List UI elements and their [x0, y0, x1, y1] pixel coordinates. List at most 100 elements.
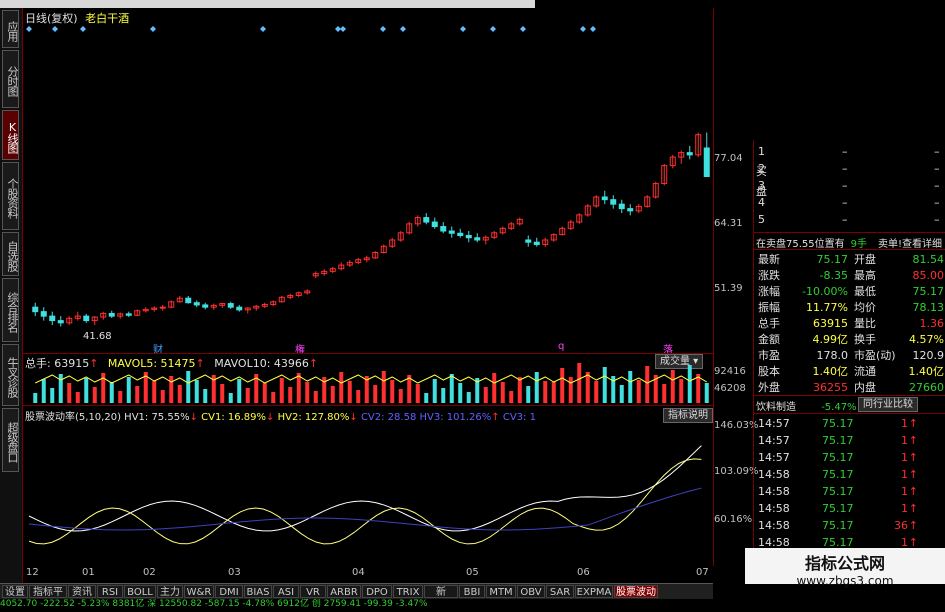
indicator-tab[interactable]: EXPMA	[575, 585, 613, 598]
indicator-tab[interactable]: W&R	[184, 585, 214, 598]
event-mark[interactable]: q	[558, 341, 564, 352]
indicator-tab[interactable]: 新DMA	[424, 585, 458, 611]
stat-value: 4.57%	[909, 333, 944, 346]
order-book-row[interactable]: 3 – –	[758, 178, 944, 193]
indicator-tab[interactable]: DPO	[362, 585, 392, 598]
indicator-tab[interactable]: OBV	[517, 585, 545, 598]
candle-body	[457, 232, 464, 237]
volume-bar	[41, 379, 46, 403]
candle-body	[618, 203, 625, 210]
indicator-tab[interactable]: SAR	[546, 585, 574, 598]
order-book-row[interactable]: 1 – –	[758, 144, 944, 159]
tick-row: 14:58 75.17 1↑	[758, 484, 944, 499]
tab-app[interactable]: 应用	[2, 10, 19, 48]
tab-stock-info[interactable]: 个股资料	[2, 162, 19, 230]
top-menu-bar[interactable]	[0, 0, 535, 8]
indicator-tab[interactable]: BOLL	[124, 585, 156, 598]
volume-bar	[458, 383, 463, 403]
quote-stat-row: 金额 4.99亿 换手 4.57%	[758, 332, 944, 347]
candle-body	[40, 311, 47, 317]
sell-order-detail-link[interactable]: 卖单!查看详细	[878, 235, 942, 250]
tick-row: 14:58 75.17 36 ↑	[758, 518, 944, 533]
sector-compare-button[interactable]: 同行业比较	[858, 397, 918, 412]
indicator-tab[interactable]: BBI	[459, 585, 485, 598]
volume-bar	[449, 374, 454, 403]
stat-key: 市盈(动)	[854, 349, 896, 362]
tab-diagnosis[interactable]: 牛叉诊股	[2, 344, 19, 406]
x-label: 06	[577, 567, 590, 578]
volume-bar	[543, 381, 548, 403]
tab-ranking[interactable]: 综合排名	[2, 278, 19, 342]
candle-body	[227, 303, 234, 308]
sector-row[interactable]: 饮料制造 -5.47%	[756, 398, 857, 413]
volume-bar	[305, 382, 310, 403]
tick-qty: 1	[901, 485, 908, 498]
stat-key: 换手	[854, 333, 876, 346]
candle-body	[533, 241, 540, 245]
order-book-row[interactable]: 5 – –	[758, 212, 944, 227]
y-label: 103.09%	[714, 466, 759, 477]
signal-diamond-icon	[520, 26, 526, 32]
candle-body	[448, 230, 455, 234]
volume-panel[interactable]: 总手: 63915↑ MAVOL5: 51475↑ MAVOL10: 43966…	[23, 353, 713, 405]
tab-order-depth[interactable]: 超级盘口	[2, 408, 19, 472]
volume-bar	[33, 393, 38, 403]
indicator-tab[interactable]: RSI	[97, 585, 123, 598]
indicator-tab[interactable]: ASI	[273, 585, 299, 598]
indicator-tab[interactable]: BIAS	[244, 585, 272, 598]
indicator-tab[interactable]: 资讯	[68, 585, 96, 598]
price-axis: 77.04 64.31 51.39 92416 46208 146.03% 10…	[713, 8, 759, 566]
x-label: 12	[26, 567, 39, 578]
stat-key: 最高	[854, 269, 876, 282]
volume-bar	[560, 368, 565, 403]
candle-body	[474, 237, 481, 241]
tick-row: 14:57 75.17 1 ↑	[758, 450, 944, 465]
volume-bar	[492, 373, 497, 403]
volume-bar	[177, 385, 182, 403]
candle-body	[185, 297, 192, 304]
indicator-tab[interactable]: DMI	[215, 585, 243, 598]
tab-watchlist[interactable]: 自选股	[2, 232, 19, 276]
indicator-tab[interactable]: VR	[300, 585, 326, 598]
candle-body	[431, 221, 438, 228]
stat-key: 最低	[854, 285, 876, 298]
x-label: 03	[228, 567, 241, 578]
indicator-tab[interactable]: 设置	[2, 585, 28, 598]
indicator-tab[interactable]: 指标平台	[29, 585, 67, 611]
stat-value: -8.35	[819, 269, 848, 282]
indicator-tab[interactable]: 主力	[157, 585, 183, 598]
candle-body	[83, 315, 90, 322]
indicator-tab[interactable]: TRIX	[393, 585, 423, 598]
tick-time: 14:57	[758, 417, 790, 430]
stat-key: 外盘	[758, 381, 780, 394]
volatility-indicator-panel[interactable]: 股票波动率(5,10,20) HV1: 75.55%↓ CV1: 16.89%↓…	[23, 406, 713, 566]
kline-chart[interactable]: 日线(复权) 老白干酒 41.68 财 権 q 落	[23, 8, 713, 356]
candle-body	[193, 302, 200, 306]
signal-diamond-icon	[380, 26, 386, 32]
tick-time: 14:58	[758, 502, 790, 515]
tab-intraday[interactable]: 分时图	[2, 50, 19, 108]
up-arrow-icon: ↑	[908, 519, 918, 532]
signal-diamond-icon	[80, 26, 86, 32]
quote-stat-row: 最新 75.17 开盘 81.54	[758, 252, 944, 267]
stat-value: 4.99亿	[812, 333, 849, 346]
order-book-row[interactable]: 4 – –	[758, 195, 944, 210]
stat-key: 股本	[758, 365, 780, 378]
stat-value: 85.00	[912, 269, 945, 282]
volume-bar	[58, 374, 63, 403]
volume-bar	[424, 393, 429, 403]
indicator-tab[interactable]: 股票波动率	[614, 585, 658, 611]
order-book-row[interactable]: 2 – –	[758, 161, 944, 176]
tab-kline[interactable]: K线图	[2, 110, 19, 160]
volume-bar	[220, 384, 225, 403]
y-label: 146.03%	[714, 420, 759, 431]
signal-diamond-icon	[52, 26, 58, 32]
tick-qty: 36	[894, 519, 908, 532]
indicator-tab[interactable]: ARBR	[327, 585, 361, 598]
volume-bar	[517, 377, 522, 403]
tick-time: 14:58	[758, 519, 790, 532]
indicator-tab[interactable]: MTM	[486, 585, 516, 598]
tick-time: 14:58	[758, 485, 790, 498]
stat-value: 178.0	[816, 349, 849, 362]
candle-body	[202, 304, 209, 308]
